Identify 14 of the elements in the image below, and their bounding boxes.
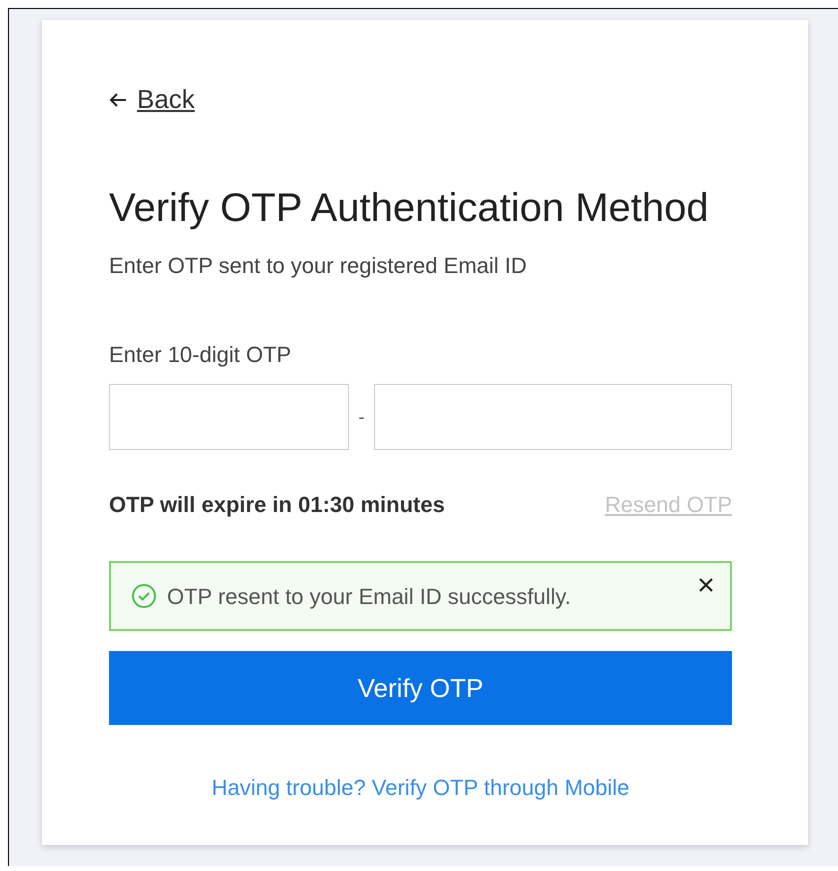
back-arrow-icon [109, 92, 127, 108]
back-link[interactable]: Back [109, 80, 195, 119]
subtitle: Enter OTP sent to your registered Email ID [109, 252, 528, 280]
alert-message: OTP resent to your Email ID successfully. [167, 582, 572, 611]
otp-separator: - [358, 406, 366, 428]
page-title: Verify OTP Authentication Method [109, 185, 710, 232]
otp-input-field[interactable] [374, 384, 732, 450]
verify-button[interactable]: Verify OTP [109, 651, 732, 725]
check-circle-icon [131, 583, 157, 609]
expiry-text: OTP will expire in 01:30 minutes [109, 491, 445, 519]
otp-input-field[interactable] [109, 384, 349, 450]
help-link[interactable]: Having trouble? Verify OTP through Mobile [212, 771, 630, 804]
otp-label: Enter 10-digit OTP [109, 341, 292, 369]
close-icon [699, 578, 713, 592]
